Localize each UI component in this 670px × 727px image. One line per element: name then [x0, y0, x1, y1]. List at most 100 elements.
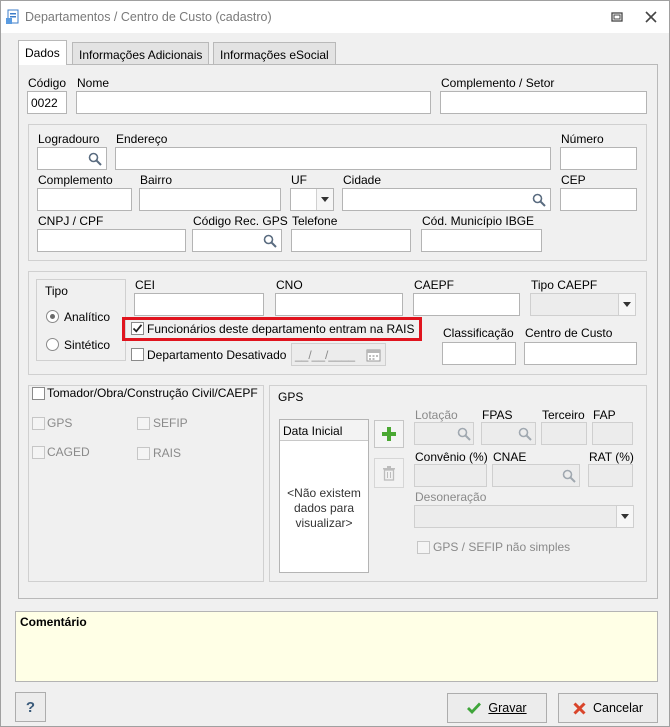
caepf-input[interactable] — [413, 293, 520, 316]
cnpj-input[interactable] — [37, 229, 186, 252]
cancelar-button[interactable]: Cancelar — [558, 693, 658, 723]
cidade-input[interactable] — [342, 188, 551, 211]
lotacao-label: Lotação — [415, 408, 458, 422]
gps-list-empty-text: <Não existem dados para visualizar> — [287, 486, 361, 530]
desativado-label: Departamento Desativado — [147, 348, 287, 362]
chevron-down-icon[interactable] — [616, 506, 633, 527]
tomador-sefip-checkbox[interactable] — [137, 417, 150, 430]
cno-input[interactable] — [275, 293, 403, 316]
rat-label: RAT (%) — [589, 450, 634, 464]
trash-icon — [383, 466, 395, 481]
tomador-checkbox[interactable] — [32, 387, 45, 400]
tomador-caged-label: CAGED — [47, 445, 90, 459]
complemento-setor-input[interactable] — [440, 91, 647, 114]
complemento-setor-label: Complemento / Setor — [441, 76, 555, 90]
tipo-sintetico-radio[interactable] — [46, 338, 59, 351]
app-icon — [6, 9, 19, 24]
codigo-input[interactable]: 0022 — [27, 91, 67, 114]
fpas-search-icon[interactable] — [514, 423, 535, 444]
tipo-sintetico-label: Sintético — [64, 338, 111, 352]
tomador-label: Tomador/Obra/Construção Civil/CAEPF — [47, 386, 258, 400]
chevron-down-icon[interactable] — [618, 294, 635, 315]
tipo-analitico-radio[interactable] — [46, 310, 59, 323]
lotacao-search-icon[interactable] — [453, 423, 474, 444]
tomador-caged-checkbox[interactable] — [32, 446, 45, 459]
help-button[interactable]: ? — [15, 692, 46, 722]
tipo-analitico-label: Analítico — [64, 310, 111, 324]
cep-input[interactable] — [560, 188, 637, 211]
classificacao-label: Classificação — [443, 326, 514, 340]
classificacao-input[interactable] — [442, 342, 516, 365]
cancelar-label: Cancelar — [592, 701, 644, 715]
tab-dados[interactable]: Dados — [18, 40, 67, 65]
bairro-label: Bairro — [140, 173, 173, 187]
tomador-sefip-label: SEFIP — [153, 416, 188, 430]
restore-icon[interactable] — [609, 9, 625, 25]
tab-informacoes-esocial[interactable]: Informações eSocial — [213, 42, 336, 65]
endereco-label: Endereço — [116, 132, 168, 146]
cei-input[interactable] — [134, 293, 264, 316]
tomador-gps-checkbox[interactable] — [32, 417, 45, 430]
rais-checkbox-label: Funcionários deste departamento entram n… — [147, 322, 415, 336]
cep-label: CEP — [561, 173, 586, 187]
tipo-caepf-label: Tipo CAEPF — [531, 278, 598, 292]
gravar-button[interactable]: Gravar — [447, 693, 547, 723]
logradouro-search-icon[interactable] — [84, 148, 105, 169]
nome-label: Nome — [77, 76, 110, 90]
cancel-x-icon — [573, 701, 586, 715]
cidade-search-icon[interactable] — [528, 189, 549, 210]
terceiro-input[interactable] — [541, 422, 587, 445]
complemento-input[interactable] — [37, 188, 132, 211]
tab-informacoes-adicionais[interactable]: Informações Adicionais — [72, 42, 210, 65]
cod-municipio-input[interactable] — [421, 229, 542, 252]
cod-municipio-label: Cód. Município IBGE — [422, 214, 535, 228]
tomador-rais-label: RAIS — [153, 446, 182, 460]
convenio-label: Convênio (%) — [415, 450, 488, 464]
dialog-window: Departamentos / Centro de Custo (cadastr… — [0, 0, 670, 727]
calendar-icon[interactable] — [363, 344, 384, 365]
title-bar: Departamentos / Centro de Custo (cadastr… — [1, 1, 669, 33]
numero-label: Número — [561, 132, 604, 146]
tipo-label: Tipo — [45, 284, 68, 298]
caepf-label: CAEPF — [414, 278, 455, 292]
codigo-label: Código — [28, 76, 67, 90]
rais-checkbox[interactable] — [131, 322, 144, 335]
desoneracao-label: Desoneração — [415, 490, 487, 504]
fap-input[interactable] — [592, 422, 633, 445]
uf-label: UF — [291, 173, 307, 187]
desativado-checkbox[interactable] — [131, 348, 144, 361]
bairro-input[interactable] — [139, 188, 281, 211]
logradouro-label: Logradouro — [38, 132, 100, 146]
nome-input[interactable] — [76, 91, 431, 114]
tomador-rais-checkbox[interactable] — [137, 447, 150, 460]
numero-input[interactable] — [560, 147, 637, 170]
gps-list-header[interactable]: Data Inicial — [280, 420, 368, 441]
centro-custo-label: Centro de Custo — [525, 326, 613, 340]
cnae-search-icon[interactable] — [558, 465, 579, 486]
endereco-input[interactable] — [115, 147, 551, 170]
gps-sefip-checkbox[interactable] — [417, 541, 430, 554]
add-gps-button[interactable] — [374, 420, 404, 448]
centro-custo-input[interactable] — [524, 342, 637, 365]
cei-label: CEI — [135, 278, 156, 292]
terceiro-label: Terceiro — [542, 408, 585, 422]
telefone-input[interactable] — [291, 229, 411, 252]
cnae-label: CNAE — [493, 450, 527, 464]
fpas-label: FPAS — [482, 408, 513, 422]
fap-label: FAP — [593, 408, 616, 422]
rat-input[interactable] — [588, 464, 633, 487]
telefone-label: Telefone — [292, 214, 338, 228]
delete-gps-button[interactable] — [374, 458, 404, 488]
codigo-rec-gps-search-icon[interactable] — [259, 230, 280, 251]
gravar-label: Gravar — [488, 701, 527, 715]
convenio-input[interactable] — [414, 464, 487, 487]
plus-icon — [382, 427, 396, 441]
chevron-down-icon[interactable] — [316, 189, 333, 210]
desoneracao-select[interactable] — [414, 505, 634, 528]
close-icon[interactable] — [643, 9, 659, 25]
window-title: Departamentos / Centro de Custo (cadastr… — [25, 10, 272, 24]
complemento-label: Complemento — [38, 173, 113, 187]
gps-sefip-label: GPS / SEFIP não simples — [433, 540, 571, 554]
tomador-group — [28, 385, 264, 582]
comentario-textarea[interactable]: Comentário — [15, 611, 658, 682]
